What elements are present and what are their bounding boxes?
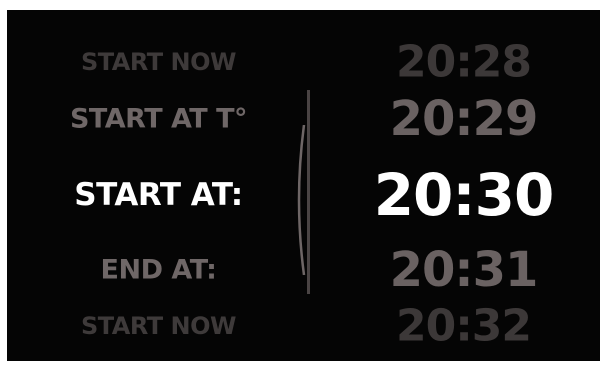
mode-option-start-now-top[interactable]: START NOW <box>7 48 310 76</box>
time-picker-wheel[interactable]: 20:28 20:29 20:30 20:31 20:32 <box>327 10 600 361</box>
time-option-2032[interactable]: 20:32 <box>327 301 600 352</box>
mode-option-start-at-selected[interactable]: START AT: <box>7 177 310 213</box>
time-option-2031[interactable]: 20:31 <box>327 242 600 298</box>
scroll-arc-icon <box>297 125 306 275</box>
time-option-2029[interactable]: 20:29 <box>327 91 600 147</box>
time-option-2030-selected[interactable]: 20:30 <box>327 161 600 229</box>
mode-option-start-now-bottom[interactable]: START NOW <box>7 312 310 340</box>
column-divider <box>307 90 310 294</box>
mode-picker-wheel[interactable]: START NOW START AT T° START AT: END AT: … <box>7 10 310 361</box>
mode-option-start-at-temp[interactable]: START AT T° <box>7 104 310 135</box>
time-option-2028[interactable]: 20:28 <box>327 37 600 88</box>
device-screen: START NOW START AT T° START AT: END AT: … <box>7 10 600 361</box>
mode-option-end-at[interactable]: END AT: <box>7 255 310 286</box>
